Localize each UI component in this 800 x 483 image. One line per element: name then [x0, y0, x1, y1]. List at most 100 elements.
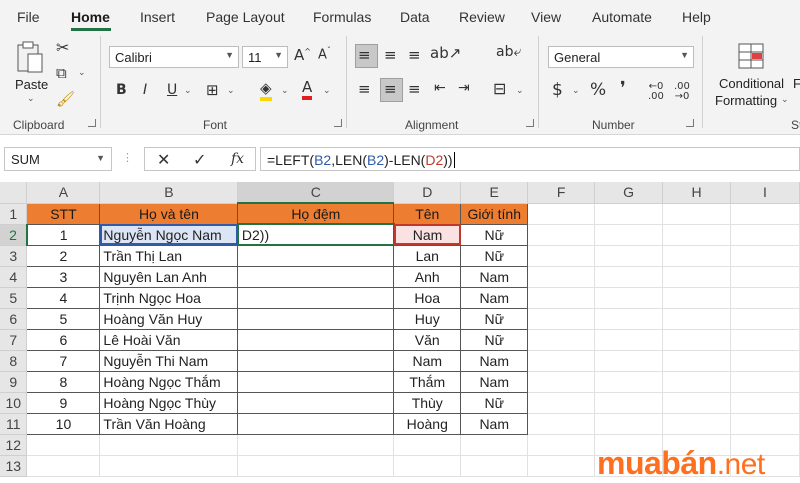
- row-header[interactable]: 8: [0, 350, 28, 372]
- italic-icon[interactable]: I: [143, 82, 147, 98]
- underline-dropdown-icon[interactable]: ⌄: [184, 86, 192, 96]
- cell[interactable]: Trần Thị Lan: [99, 244, 239, 267]
- cell[interactable]: [527, 308, 596, 330]
- cell[interactable]: [237, 349, 395, 372]
- increase-font-icon[interactable]: A^: [294, 46, 311, 64]
- cell[interactable]: [594, 266, 664, 288]
- cell[interactable]: [662, 224, 731, 246]
- row-header[interactable]: 13: [0, 455, 28, 477]
- comma-icon[interactable]: ❜: [620, 78, 626, 99]
- select-all-corner[interactable]: [0, 182, 28, 204]
- cell[interactable]: Nam: [460, 412, 529, 435]
- cell[interactable]: [662, 392, 731, 414]
- cell[interactable]: [237, 286, 395, 309]
- cell[interactable]: [527, 224, 596, 246]
- cell[interactable]: [237, 244, 395, 267]
- row-header[interactable]: 9: [0, 371, 28, 393]
- cell[interactable]: Nguyên Lan Anh: [99, 265, 239, 288]
- header-cell-gioi-tinh[interactable]: Giới tính: [460, 202, 529, 225]
- cell[interactable]: Nam: [460, 286, 529, 309]
- cell[interactable]: [594, 203, 664, 225]
- cell[interactable]: [237, 412, 395, 435]
- menu-insert[interactable]: Insert: [140, 9, 175, 25]
- clipboard-launcher-icon[interactable]: [88, 119, 96, 127]
- font-color-dropdown-icon[interactable]: ⌄: [323, 86, 331, 96]
- alignment-launcher-icon[interactable]: [526, 119, 534, 127]
- cell[interactable]: [460, 434, 529, 456]
- menu-home[interactable]: Home: [71, 9, 110, 25]
- row-header[interactable]: 12: [0, 434, 28, 456]
- align-left-icon[interactable]: ≡: [358, 80, 371, 98]
- row-header[interactable]: 3: [0, 245, 28, 267]
- cell[interactable]: [527, 392, 596, 414]
- cell[interactable]: [594, 224, 664, 246]
- fill-dropdown-icon[interactable]: ⌄: [281, 86, 289, 96]
- cell[interactable]: [730, 392, 800, 414]
- borders-dropdown-icon[interactable]: ⌄: [227, 86, 235, 96]
- format-table-label[interactable]: F: [793, 76, 800, 91]
- cell[interactable]: 1: [26, 223, 101, 246]
- enter-icon[interactable]: ✓: [193, 150, 206, 169]
- cell[interactable]: 9: [26, 391, 101, 414]
- cell[interactable]: Nữ: [460, 391, 529, 414]
- menu-formulas[interactable]: Formulas: [313, 9, 371, 25]
- row-header[interactable]: 5: [0, 287, 28, 309]
- cell[interactable]: Hoàng: [393, 412, 462, 435]
- cell[interactable]: Hoàng Văn Huy: [99, 307, 239, 330]
- cell[interactable]: [594, 371, 664, 393]
- cell[interactable]: [393, 455, 462, 477]
- currency-icon[interactable]: $: [552, 80, 563, 100]
- row-header[interactable]: 10: [0, 392, 28, 414]
- cell[interactable]: Thắm: [393, 370, 462, 393]
- orientation-icon[interactable]: ab↗: [430, 44, 461, 62]
- format-painter-icon[interactable]: 🖌: [56, 90, 75, 108]
- header-cell-stt[interactable]: STT: [26, 202, 101, 225]
- currency-dropdown-icon[interactable]: ⌄: [572, 86, 580, 96]
- cell[interactable]: [527, 203, 596, 225]
- cell[interactable]: [594, 392, 664, 414]
- bottom-align-icon[interactable]: ≡: [408, 46, 421, 64]
- menu-file[interactable]: File: [17, 9, 40, 25]
- cell[interactable]: [730, 371, 800, 393]
- cell[interactable]: [237, 434, 395, 456]
- cell[interactable]: [527, 287, 596, 309]
- row-header[interactable]: 11: [0, 413, 28, 435]
- conditional-formatting-icon[interactable]: [737, 42, 765, 70]
- cell[interactable]: [527, 266, 596, 288]
- cell[interactable]: Nam: [460, 349, 529, 372]
- insert-function-icon[interactable]: fx: [231, 151, 244, 167]
- cell[interactable]: Nam: [460, 265, 529, 288]
- borders-icon[interactable]: ⊞: [206, 81, 219, 99]
- cell[interactable]: [730, 266, 800, 288]
- cell[interactable]: [730, 203, 800, 225]
- cell[interactable]: [237, 328, 395, 351]
- column-header-b[interactable]: B: [99, 182, 239, 204]
- cancel-icon[interactable]: ✕: [157, 150, 170, 169]
- cell[interactable]: [730, 287, 800, 309]
- cell[interactable]: [527, 350, 596, 372]
- formula-input[interactable]: =LEFT(B2,LEN(B2)-LEN(D2)): [260, 147, 800, 171]
- cell[interactable]: [26, 434, 101, 456]
- cell[interactable]: Nam: [393, 349, 462, 372]
- cell[interactable]: [594, 329, 664, 351]
- cell[interactable]: Lan: [393, 244, 462, 267]
- paste-label[interactable]: Paste: [15, 77, 48, 92]
- underline-icon[interactable]: U: [167, 82, 177, 98]
- cell[interactable]: [662, 287, 731, 309]
- row-header[interactable]: 1: [0, 203, 28, 225]
- cell[interactable]: 7: [26, 349, 101, 372]
- cell[interactable]: Hoàng Ngọc Thắm: [99, 370, 239, 393]
- cell[interactable]: [594, 308, 664, 330]
- cell[interactable]: [594, 245, 664, 267]
- cell[interactable]: 3: [26, 265, 101, 288]
- cell[interactable]: [730, 224, 800, 246]
- cell[interactable]: [730, 413, 800, 435]
- cell[interactable]: Huy: [393, 307, 462, 330]
- cell[interactable]: 8: [26, 370, 101, 393]
- cell[interactable]: [99, 455, 239, 477]
- cell[interactable]: [662, 329, 731, 351]
- cell[interactable]: Hoa: [393, 286, 462, 309]
- drag-handle-icon[interactable]: ⋮: [122, 151, 133, 164]
- conditional-dropdown-icon[interactable]: ⌄: [781, 95, 789, 105]
- cell[interactable]: Nữ: [460, 328, 529, 351]
